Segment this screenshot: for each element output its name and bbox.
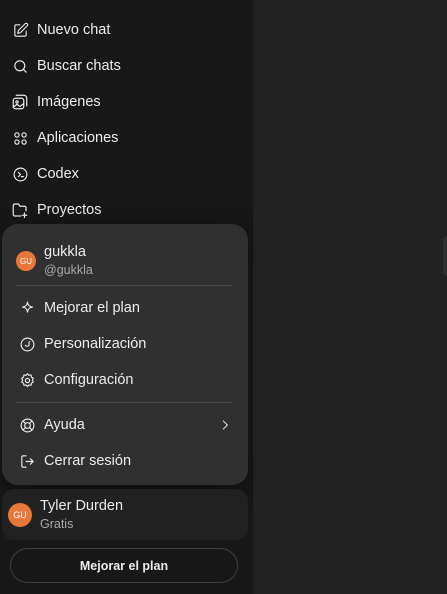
new-chat-button[interactable]: Nuevo chat — [0, 12, 253, 48]
codex-button[interactable]: Codex — [0, 156, 253, 192]
help-label: Ayuda — [44, 417, 85, 433]
main-panel — [253, 0, 447, 594]
edit-icon — [11, 21, 29, 39]
logout-menu-item[interactable]: Cerrar sesión — [2, 443, 248, 479]
menu-divider — [16, 285, 232, 286]
logout-icon — [18, 452, 36, 470]
avatar: GU — [8, 502, 32, 527]
projects-label: Proyectos — [37, 202, 102, 218]
gear-icon — [18, 371, 36, 389]
panel-edge — [443, 236, 447, 276]
logout-label: Cerrar sesión — [44, 453, 132, 469]
sparkle-icon — [18, 299, 36, 317]
codex-icon — [11, 165, 29, 183]
upgrade-plan-label: Mejorar el plan — [44, 300, 140, 316]
account-menu-popover: GU gukkla @gukkla Mejorar el plan Person… — [2, 224, 248, 485]
menu-group-help: Ayuda Cerrar sesión — [2, 407, 248, 479]
chevron-right-icon — [218, 418, 232, 432]
search-chats-button[interactable]: Buscar chats — [0, 48, 253, 84]
menu-group-plan: Mejorar el plan Personalización Configur… — [2, 290, 248, 398]
help-menu-item[interactable]: Ayuda — [2, 407, 248, 443]
sidebar-nav: Nuevo chat Buscar chats Imágenes Aplicac… — [0, 12, 253, 228]
search-chats-label: Buscar chats — [37, 58, 121, 74]
images-label: Imágenes — [37, 94, 101, 110]
search-icon — [11, 57, 29, 75]
folder-plus-icon — [11, 201, 29, 219]
popover-user-handle: @gukkla — [44, 263, 93, 277]
settings-label: Configuración — [44, 372, 134, 388]
account-name: Tyler Durden — [40, 497, 124, 514]
upgrade-plan-button[interactable]: Mejorar el plan — [10, 548, 238, 583]
upgrade-plan-menu-item[interactable]: Mejorar el plan — [2, 290, 248, 326]
projects-button[interactable]: Proyectos — [0, 192, 253, 228]
account-button[interactable]: GU Tyler Durden Gratis — [2, 489, 248, 540]
settings-menu-item[interactable]: Configuración — [2, 362, 248, 398]
images-icon — [11, 93, 29, 111]
apps-button[interactable]: Aplicaciones — [0, 120, 253, 156]
apps-icon — [11, 129, 29, 147]
new-chat-label: Nuevo chat — [37, 22, 111, 38]
menu-divider — [16, 402, 232, 403]
personalization-menu-item[interactable]: Personalización — [2, 326, 248, 362]
images-button[interactable]: Imágenes — [0, 84, 253, 120]
popover-user-name: gukkla — [44, 244, 86, 260]
personalization-label: Personalización — [44, 336, 147, 352]
codex-label: Codex — [37, 166, 79, 182]
personalize-icon — [18, 335, 36, 353]
account-plan: Gratis — [40, 516, 74, 531]
avatar: GU — [16, 251, 36, 271]
popover-user-row: GU gukkla @gukkla — [16, 236, 234, 286]
apps-label: Aplicaciones — [37, 130, 119, 146]
sidebar: Nuevo chat Buscar chats Imágenes Aplicac… — [0, 0, 253, 594]
lifebuoy-icon — [18, 416, 36, 434]
